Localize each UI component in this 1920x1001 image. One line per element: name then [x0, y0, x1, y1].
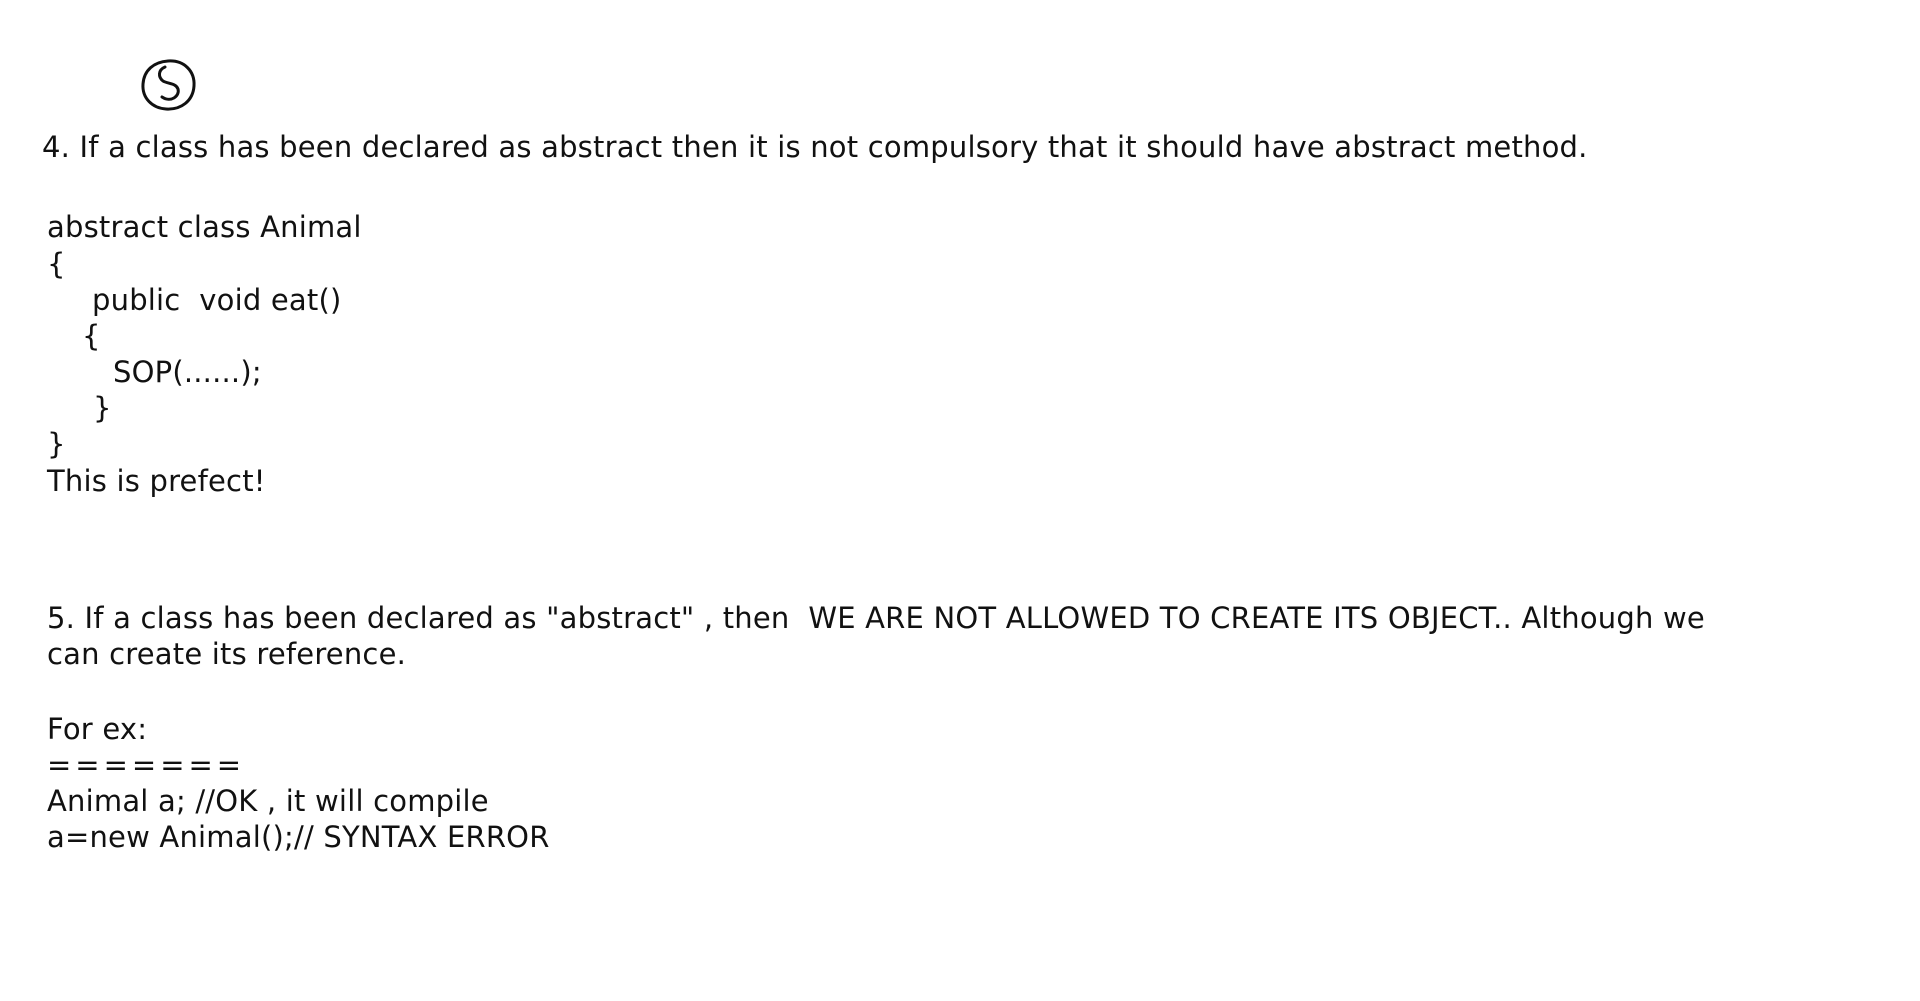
point-5-heading-line-2: can create its reference. — [47, 637, 407, 671]
code-line-method-signature: public void eat() — [92, 283, 342, 317]
point-4-conclusion: This is prefect! — [47, 464, 266, 498]
code-line-method-close-brace: } — [93, 391, 112, 425]
circled-five-annotation-icon — [141, 59, 196, 111]
point-4-heading: 4. If a class has been declared as abstr… — [42, 130, 1588, 164]
example-line-object-creation: a=new Animal();// SYNTAX ERROR — [47, 820, 550, 854]
point-5-heading-line-1: 5. If a class has been declared as "abst… — [47, 601, 1705, 635]
code-line-print-statement: SOP(......); — [113, 355, 262, 389]
code-line-class-declaration: abstract class Animal — [47, 210, 362, 244]
example-underline: ======= — [47, 748, 246, 782]
code-line-open-brace: { — [47, 247, 66, 281]
code-line-method-open-brace: { — [82, 319, 101, 353]
code-line-close-brace: } — [47, 427, 66, 461]
note-page: 4. If a class has been declared as abstr… — [0, 0, 1920, 1001]
example-label: For ex: — [47, 712, 148, 746]
example-line-reference: Animal a; //OK , it will compile — [47, 784, 489, 818]
